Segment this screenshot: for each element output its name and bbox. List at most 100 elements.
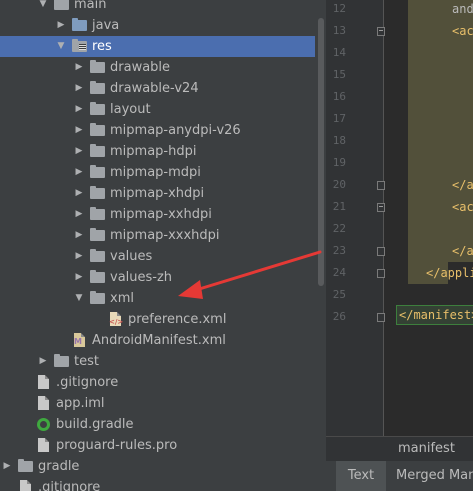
line-number: 18 (332, 134, 346, 147)
line-number: 16 (332, 90, 346, 103)
tree-item-label: mipmap-xxxhdpi (110, 228, 220, 243)
file-icon (18, 480, 34, 491)
scrollbar-thumb[interactable] (318, 18, 324, 286)
tree-item-app-iml[interactable]: app.iml (0, 393, 315, 414)
expand-arrow-icon[interactable]: ▶ (38, 351, 48, 372)
code-editor[interactable]: 12 13 14 15 16 17 18 19 20 21 22 23 24 25 26 manifest … (326, 0, 473, 491)
code-line[interactable]: <ac (452, 196, 473, 218)
expand-arrow-icon[interactable]: ▶ (2, 456, 12, 477)
folder-icon (90, 123, 106, 138)
tree-item-mipmap-hdpi[interactable]: ▶ mipmap-hdpi (0, 141, 315, 162)
tree-item-gitignore[interactable]: .gitignore (0, 372, 315, 393)
tree-item-values[interactable]: ▶ values (0, 246, 315, 267)
tree-item-res[interactable]: ▼ res (0, 36, 315, 57)
tree-item-build-gradle[interactable]: build.gradle (0, 414, 315, 435)
expand-arrow-icon[interactable]: ▶ (74, 183, 84, 204)
project-tree-scrollbar[interactable] (317, 0, 324, 491)
folder-icon (90, 60, 106, 75)
folder-icon (90, 249, 106, 264)
expand-arrow-icon[interactable]: ▶ (74, 99, 84, 120)
tree-item-drawable[interactable]: ▶ drawable (0, 57, 315, 78)
project-tree[interactable]: ▼ main ▶ java ▼ res ▶ drawable ▶ drawable-v24 ▶ lay… (0, 0, 315, 491)
tree-item-xml[interactable]: ▼ xml (0, 288, 315, 309)
tree-item-mipmap-xhdpi[interactable]: ▶ mipmap-xhdpi (0, 183, 315, 204)
line-number: 21 (332, 200, 346, 213)
expand-arrow-icon[interactable]: ▶ (74, 246, 84, 267)
scope-highlight (426, 0, 448, 284)
tree-item-androidmanifest-xml[interactable]: M AndroidManifest.xml (0, 330, 315, 351)
tree-item-label: .gitignore (56, 375, 119, 390)
expand-arrow-icon[interactable]: ▶ (74, 78, 84, 99)
folder-icon (90, 291, 106, 306)
code-fold-icon[interactable] (377, 27, 385, 36)
tree-item-label: mipmap-mdpi (110, 165, 201, 180)
tree-item-label: proguard-rules.pro (56, 438, 178, 453)
folder-icon (90, 165, 106, 180)
code-fold-icon[interactable] (377, 203, 385, 212)
tree-item-label: AndroidManifest.xml (92, 333, 226, 348)
editor-breadcrumb[interactable]: manifest (326, 436, 473, 461)
tree-item-preference-xml[interactable]: </> preference.xml (0, 309, 315, 330)
code-fold-icon[interactable] (377, 181, 385, 190)
tree-item-gitignore[interactable]: .gitignore (0, 477, 315, 491)
tree-item-label: values (110, 249, 153, 264)
tree-item-mipmap-xxxhdpi[interactable]: ▶ mipmap-xxxhdpi (0, 225, 315, 246)
tree-item-label: mipmap-anydpi-v26 (110, 123, 241, 138)
folder-icon (90, 207, 106, 222)
editor-bottom-tabs: Text Merged Manifest (326, 461, 473, 491)
closing-manifest-tag[interactable]: </manifest> (396, 305, 473, 325)
folder-icon (90, 102, 106, 117)
code-fold-icon[interactable] (377, 269, 385, 278)
expand-arrow-icon[interactable]: ▶ (74, 141, 84, 162)
code-line[interactable]: </a (452, 240, 473, 262)
expand-arrow-icon[interactable]: ▶ (74, 267, 84, 288)
xml-file-icon: </> (108, 312, 124, 327)
expand-arrow-icon[interactable]: ▶ (74, 204, 84, 225)
folder-icon (54, 354, 70, 369)
folder-icon (90, 144, 106, 159)
expand-arrow-icon[interactable]: ▶ (74, 120, 84, 141)
folder-icon (90, 270, 106, 285)
tree-item-label: main (74, 0, 107, 12)
file-icon (36, 438, 52, 453)
tree-item-mipmap-anydpi-v26[interactable]: ▶ mipmap-anydpi-v26 (0, 120, 315, 141)
line-number: 13 (332, 24, 346, 37)
line-number: 22 (332, 222, 346, 235)
scope-highlight (408, 0, 426, 284)
line-number: 25 (332, 288, 346, 301)
code-line[interactable]: and (452, 0, 473, 20)
expand-arrow-icon[interactable]: ▶ (74, 162, 84, 183)
tree-item-label: drawable (110, 60, 171, 75)
collapse-arrow-icon[interactable]: ▼ (56, 36, 66, 57)
tree-item-label: layout (110, 102, 151, 117)
tree-item-layout[interactable]: ▶ layout (0, 99, 315, 120)
folder-icon (18, 459, 34, 474)
code-line[interactable]: <ac (452, 20, 473, 42)
breadcrumb-manifest[interactable]: manifest (398, 437, 455, 461)
tree-item-drawable-v24[interactable]: ▶ drawable-v24 (0, 78, 315, 99)
collapse-arrow-icon[interactable]: ▼ (74, 288, 84, 309)
code-fold-icon[interactable] (377, 247, 385, 256)
tree-item-test[interactable]: ▶ test (0, 351, 315, 372)
expand-arrow-icon[interactable]: ▶ (74, 225, 84, 246)
line-number: 26 (332, 310, 346, 323)
code-line[interactable]: </appli (426, 262, 473, 284)
tree-item-mipmap-mdpi[interactable]: ▶ mipmap-mdpi (0, 162, 315, 183)
expand-arrow-icon[interactable]: ▶ (74, 57, 84, 78)
tree-item-gradle[interactable]: ▶ gradle (0, 456, 315, 477)
tab-merged-manifest[interactable]: Merged Manifest (392, 461, 473, 491)
source-folder-icon (72, 18, 88, 33)
expand-arrow-icon[interactable]: ▶ (56, 15, 66, 36)
tree-item-main[interactable]: ▼ main (0, 0, 315, 15)
tree-item-label: mipmap-xxhdpi (110, 207, 212, 222)
collapse-arrow-icon[interactable]: ▼ (38, 0, 48, 15)
tree-item-java[interactable]: ▶ java (0, 15, 315, 36)
tree-item-mipmap-xxhdpi[interactable]: ▶ mipmap-xxhdpi (0, 204, 315, 225)
tree-item-proguard-rules-pro[interactable]: proguard-rules.pro (0, 435, 315, 456)
folder-icon (90, 186, 106, 201)
code-fold-icon[interactable] (377, 313, 385, 322)
code-line[interactable]: </a (452, 174, 473, 196)
line-number-gutter: 12 13 14 15 16 17 18 19 20 21 22 23 24 25 26 (326, 0, 384, 436)
tree-item-values-zh[interactable]: ▶ values-zh (0, 267, 315, 288)
tab-text[interactable]: Text (336, 461, 386, 491)
